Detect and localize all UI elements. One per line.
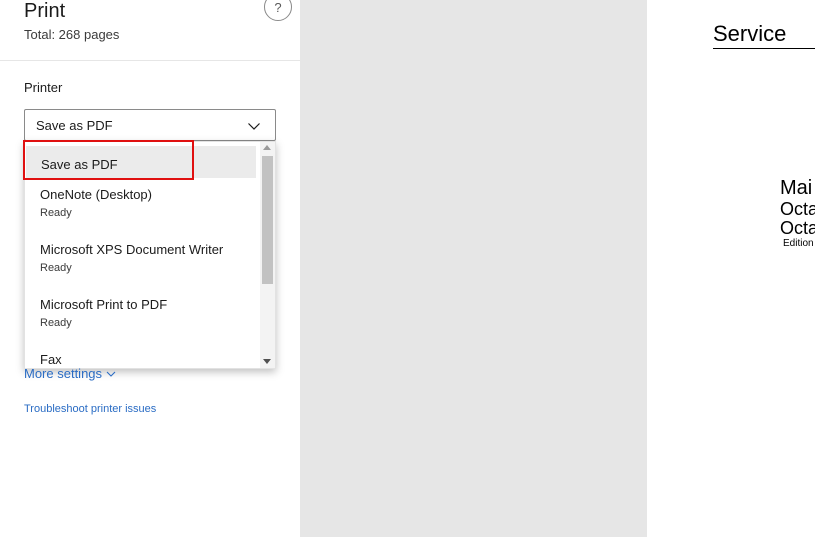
printer-dropdown-list: Save as PDF OneNote (Desktop) Ready Micr… bbox=[24, 141, 276, 369]
preview-heading-rule bbox=[713, 48, 815, 49]
printer-option-name: Save as PDF bbox=[41, 157, 118, 172]
printer-option-status: Ready bbox=[40, 317, 72, 329]
preview-page: Service Mai Octa Octa Edition bbox=[647, 0, 815, 537]
print-settings-panel: Print Total: 268 pages ? Printer Save as… bbox=[0, 0, 300, 537]
preview-text-line: Octa bbox=[780, 199, 815, 219]
total-pages-label: Total: 268 pages bbox=[24, 27, 120, 42]
preview-text-line: Octa bbox=[780, 218, 815, 238]
scroll-thumb[interactable] bbox=[262, 156, 273, 284]
printer-option-print-to-pdf[interactable]: Microsoft Print to PDF Ready bbox=[25, 297, 257, 330]
printer-option-name: Microsoft Print to PDF bbox=[40, 297, 168, 312]
printer-select[interactable]: Save as PDF bbox=[24, 109, 276, 141]
printer-option-name: Microsoft XPS Document Writer bbox=[40, 242, 224, 257]
printer-select-value: Save as PDF bbox=[36, 118, 113, 133]
printer-option-save-as-pdf[interactable]: Save as PDF bbox=[26, 146, 256, 178]
chevron-down-icon bbox=[106, 371, 116, 377]
printer-label: Printer bbox=[24, 80, 63, 95]
printer-option-name: OneNote (Desktop) bbox=[40, 187, 152, 202]
question-mark-icon: ? bbox=[274, 0, 282, 15]
printer-option-status: Ready bbox=[40, 207, 72, 219]
preview-text-line: Mai bbox=[780, 177, 813, 199]
printer-option-xps-writer[interactable]: Microsoft XPS Document Writer Ready bbox=[25, 242, 257, 275]
chevron-down-icon bbox=[248, 123, 260, 130]
more-settings-label: More settings bbox=[24, 366, 103, 381]
print-title: Print bbox=[24, 0, 66, 22]
preview-text-line: Edition bbox=[783, 238, 814, 249]
preview-heading: Service bbox=[713, 21, 787, 46]
scroll-down-arrow-icon[interactable] bbox=[263, 359, 271, 364]
troubleshoot-printer-link[interactable]: Troubleshoot printer issues bbox=[24, 402, 156, 416]
more-settings-link[interactable]: More settings bbox=[24, 366, 116, 382]
print-preview-area bbox=[300, 0, 647, 537]
printer-option-onenote[interactable]: OneNote (Desktop) Ready bbox=[25, 187, 257, 220]
help-button[interactable]: ? bbox=[264, 0, 292, 21]
header-divider bbox=[0, 60, 300, 61]
dropdown-scrollbar[interactable] bbox=[260, 142, 275, 368]
printer-option-status: Ready bbox=[40, 262, 72, 274]
scroll-up-arrow-icon[interactable] bbox=[263, 145, 271, 150]
